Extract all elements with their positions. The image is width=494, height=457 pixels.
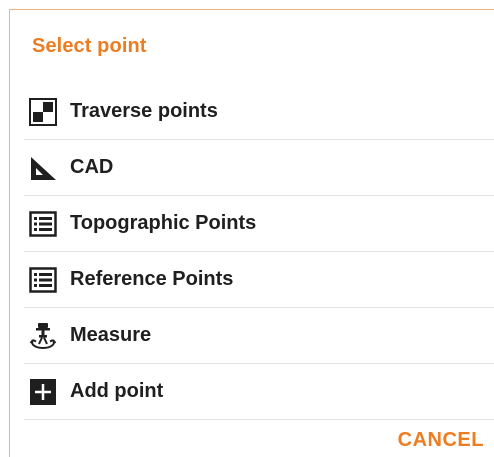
set-square-icon xyxy=(29,154,57,182)
menu-item-add-point[interactable]: Add point xyxy=(24,364,494,420)
menu-item-label: Measure xyxy=(70,324,152,346)
menu-item-topographic-points[interactable]: Topographic Points xyxy=(24,196,494,252)
traverse-points-icon xyxy=(29,98,57,126)
menu-item-measure[interactable]: Measure xyxy=(24,308,494,364)
menu-item-label: Topographic Points xyxy=(70,212,257,234)
plus-icon xyxy=(29,378,57,406)
point-source-list: Traverse points CAD Topographic Points R… xyxy=(24,84,494,420)
menu-item-reference-points[interactable]: Reference Points xyxy=(24,252,494,308)
menu-item-traverse-points[interactable]: Traverse points xyxy=(24,84,494,140)
cancel-button[interactable]: CANCEL xyxy=(398,428,484,452)
menu-item-cad[interactable]: CAD xyxy=(24,140,494,196)
select-point-dialog: Select point Traverse points CAD Topogra… xyxy=(9,9,494,457)
list-icon xyxy=(29,210,57,238)
dialog-title: Select point xyxy=(32,35,147,57)
menu-item-label: Traverse points xyxy=(70,100,218,122)
list-icon xyxy=(29,266,57,294)
total-station-icon xyxy=(29,322,57,350)
menu-item-label: Add point xyxy=(70,380,164,402)
menu-item-label: Reference Points xyxy=(70,268,234,290)
menu-item-label: CAD xyxy=(70,156,114,178)
